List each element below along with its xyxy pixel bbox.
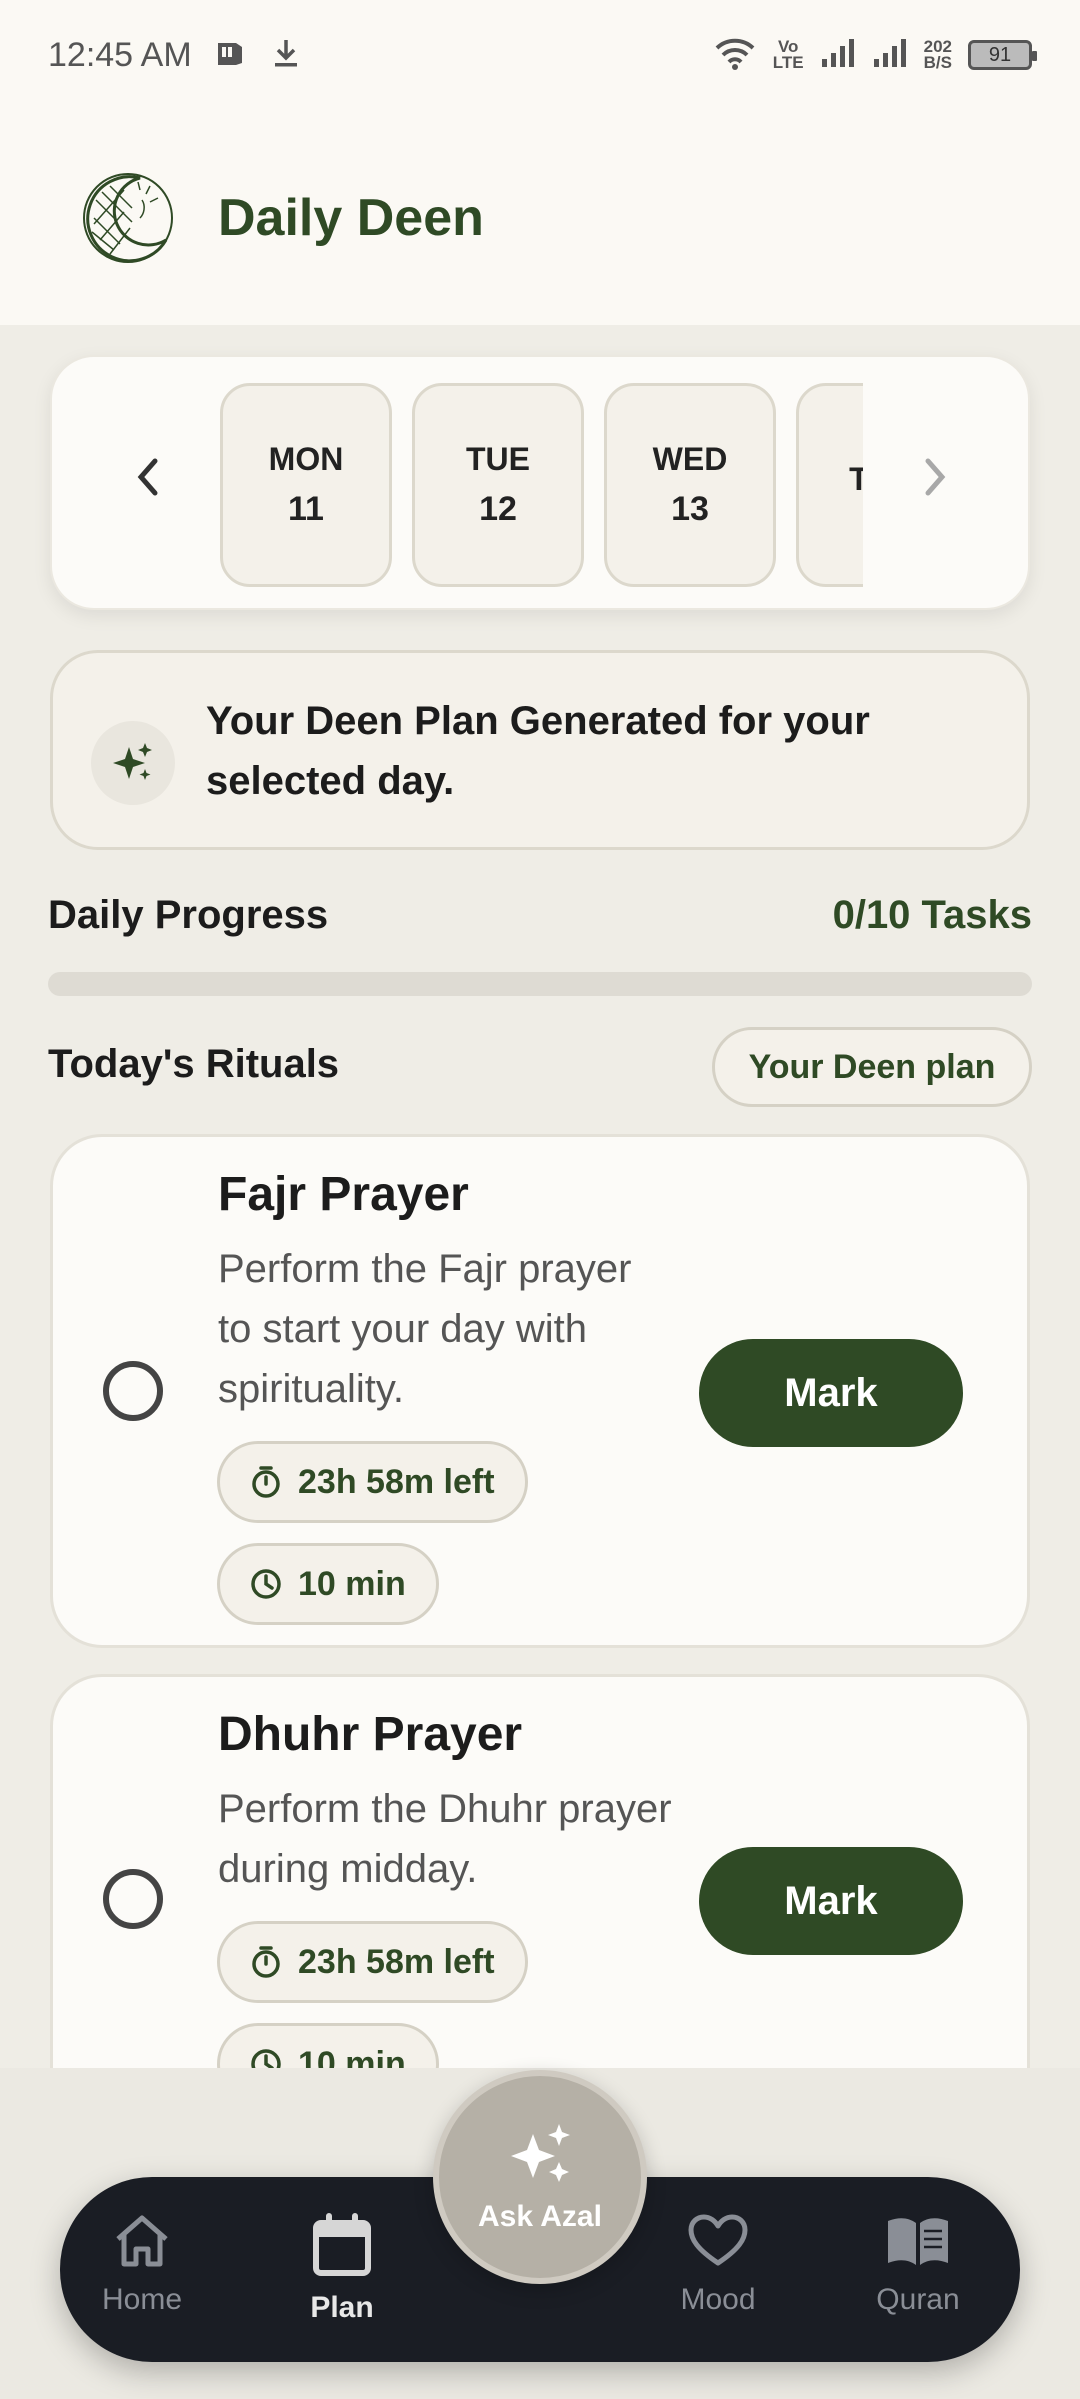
ritual-checkbox[interactable]	[103, 1361, 163, 1421]
time-left-badge: 23h 58m left	[217, 1921, 528, 2003]
ritual-title: Fajr Prayer	[218, 1168, 469, 1221]
calendar-icon	[313, 2213, 371, 2276]
home-icon	[116, 2215, 168, 2267]
progress-bar	[48, 972, 1032, 996]
ritual-card-fajr: Fajr Prayer Perform the Fajr prayer to s…	[50, 1134, 1030, 1648]
ritual-description: Perform the Fajr prayer to start your da…	[218, 1247, 632, 1411]
app-header: Daily Deen	[0, 110, 1080, 325]
crescent-logo-icon	[80, 170, 176, 266]
progress-count: 0/10 Tasks	[832, 893, 1032, 937]
day-chip-thu[interactable]: THU	[796, 383, 863, 587]
day-chip-mon[interactable]: MON 11	[220, 383, 392, 587]
nav-plan[interactable]: Plan	[262, 2213, 422, 2325]
mark-button[interactable]: Mark	[699, 1339, 963, 1447]
ritual-card-dhuhr: Dhuhr Prayer Perform the Dhuhr prayer du…	[50, 1674, 1030, 2068]
nav-mood[interactable]: Mood	[638, 2213, 798, 2317]
heart-icon	[688, 2214, 748, 2266]
chevron-right-icon	[925, 458, 946, 496]
ritual-title: Dhuhr Prayer	[218, 1708, 523, 1761]
network-speed: 202 B/S	[923, 37, 952, 72]
date-selector: MON 11 TUE 12 WED 13 THU	[50, 355, 1030, 610]
stopwatch-icon	[252, 1946, 280, 1978]
volte-indicator: Vo LTE	[772, 37, 804, 72]
app-notification-icon	[214, 37, 246, 74]
ritual-checkbox[interactable]	[103, 1869, 163, 1929]
app-title: Daily Deen	[218, 188, 484, 247]
next-days-button[interactable]	[905, 447, 965, 507]
time-left-badge: 23h 58m left	[217, 1441, 528, 1523]
download-icon	[272, 37, 300, 74]
duration-badge: 10 min	[217, 1543, 439, 1625]
ask-azal-label: Ask Azal	[478, 2200, 602, 2233]
day-chip-tue[interactable]: TUE 12	[412, 383, 584, 587]
status-bar: 12:45 AM Vo LTE 202 B/S 91	[0, 0, 1080, 110]
ritual-description: Perform the Dhuhr prayer during midday.	[218, 1787, 672, 1891]
sparkle-icon	[91, 721, 175, 805]
clock-icon	[251, 2049, 281, 2068]
day-chip-wed[interactable]: WED 13	[604, 383, 776, 587]
sparkle-icon	[511, 2124, 570, 2182]
clock-icon	[251, 1569, 281, 1599]
previous-days-button[interactable]	[118, 447, 178, 507]
wifi-icon	[713, 36, 757, 75]
stopwatch-icon	[252, 1466, 280, 1498]
mark-button[interactable]: Mark	[699, 1847, 963, 1955]
status-time: 12:45 AM	[48, 35, 192, 74]
duration-badge: 10 min	[217, 2023, 439, 2068]
ask-azal-button[interactable]: Ask Azal	[433, 2070, 647, 2284]
battery-icon: 91	[968, 40, 1037, 70]
signal-icon-2	[872, 37, 908, 74]
signal-icon	[820, 37, 856, 74]
rituals-list[interactable]: Fajr Prayer Perform the Fajr prayer to s…	[0, 1130, 1080, 2068]
progress-label: Daily Progress	[48, 893, 329, 937]
banner-text: Your Deen Plan Generated for your select…	[206, 699, 870, 803]
rituals-title: Today's Rituals	[48, 1042, 340, 1086]
your-deen-plan-button[interactable]: Your Deen plan	[712, 1027, 1032, 1107]
days-strip: MON 11 TUE 12 WED 13 THU	[220, 383, 863, 587]
nav-quran[interactable]: Quran	[838, 2213, 998, 2317]
nav-home[interactable]: Home	[62, 2213, 222, 2317]
chevron-left-icon	[137, 458, 158, 496]
plan-generated-banner: Your Deen Plan Generated for your select…	[50, 650, 1030, 850]
book-icon	[888, 2218, 948, 2265]
